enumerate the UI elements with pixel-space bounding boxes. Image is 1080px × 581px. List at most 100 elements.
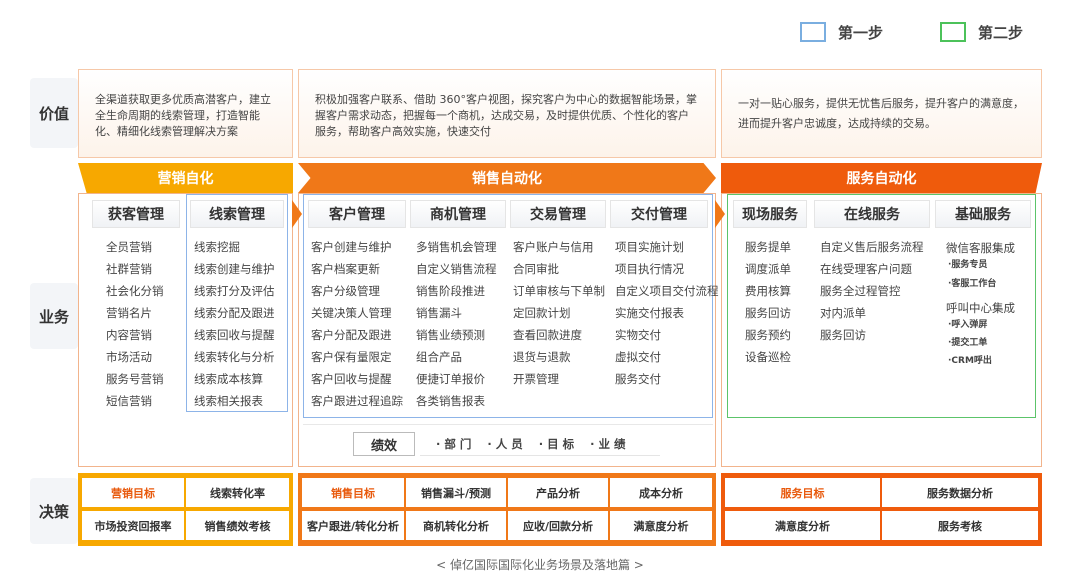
- row-label-value: 价值: [30, 78, 78, 148]
- decision-cell: 产品分析: [508, 478, 608, 507]
- list-item: 订单审核与下单制: [513, 284, 605, 298]
- list-item: 短信营销: [106, 394, 152, 408]
- list-item: 各类销售报表: [416, 394, 485, 408]
- basic-service-wechat-sub: ·客服工作台: [948, 279, 997, 289]
- decision-cell: 营销目标: [82, 478, 184, 507]
- list-item: 内容营销: [106, 328, 152, 342]
- list-item: 社会化分销: [106, 284, 164, 298]
- decision-cell: 成本分析: [610, 478, 712, 507]
- list-item: 关键决策人管理: [311, 306, 392, 320]
- list-item: 客户跟进过程追踪: [311, 394, 403, 408]
- list-item: 服务全过程管控: [820, 284, 901, 298]
- decision-cell: 满意度分析: [610, 511, 712, 540]
- list-item: 客户账户与信用: [513, 240, 594, 254]
- list-item: 退货与退款: [513, 350, 571, 364]
- list-item: 项目执行情况: [615, 262, 684, 276]
- list-item: 在线受理客户问题: [820, 262, 912, 276]
- list-item: 费用核算: [745, 284, 791, 298]
- banner-sales-label: 销售自动化: [472, 171, 542, 187]
- list-item: 自定义售后服务流程: [820, 240, 924, 254]
- list-customer: 客户创建与维护 客户档案更新 客户分级管理 关键决策人管理 客户分配及跟进 客户…: [311, 236, 403, 412]
- list-item: 线索打分及评估: [194, 284, 275, 298]
- list-item: 销售阶段推进: [416, 284, 485, 298]
- list-item: 服务号营销: [106, 372, 164, 386]
- list-item: 客户回收与提醒: [311, 372, 392, 386]
- list-item: 调度派单: [745, 262, 791, 276]
- decision-cell: 服务数据分析: [882, 478, 1038, 507]
- list-item: 线索转化与分析: [194, 350, 275, 364]
- row-label-business: 业务: [30, 283, 78, 349]
- banner-service-label: 服务自动化: [846, 171, 917, 187]
- list-item: 便捷订单报价: [416, 372, 485, 386]
- legend-step1-label: 第一步: [838, 24, 884, 42]
- list-item: 组合产品: [416, 350, 462, 364]
- list-item: 定回款计划: [513, 306, 571, 320]
- list-lead: 线索挖掘 线索创建与维护 线索打分及评估 线索分配及跟进 线索回收与提醒 线索转…: [194, 236, 275, 412]
- list-item: 自定义销售流程: [416, 262, 497, 276]
- banner-marketing-automation: 营销自化: [78, 163, 293, 193]
- list-acquisition: 全员营销 社群营销 社会化分销 营销名片 内容营销 市场活动 服务号营销 短信营…: [106, 236, 164, 412]
- decision-cell: 应收/回款分析: [508, 511, 608, 540]
- basic-service-callcenter-sub: ·提交工单: [948, 338, 988, 348]
- chevron-right-icon: [715, 200, 725, 228]
- decision-cell: 线索转化率: [186, 478, 289, 507]
- banner-service-automation: 服务自动化: [721, 163, 1042, 193]
- decision-cell: 销售漏斗/预测: [406, 478, 506, 507]
- performance-items: · 部 门 · 人 员 · 目 标 · 业 绩: [420, 432, 660, 456]
- decision-cell: 满意度分析: [725, 511, 880, 540]
- list-item: 线索挖掘: [194, 240, 240, 254]
- row-label-decision: 决策: [30, 478, 78, 544]
- banner-marketing-label: 营销自化: [157, 171, 214, 187]
- section-header-basic-service: 基础服务: [935, 200, 1031, 228]
- list-item: 实施交付报表: [615, 306, 684, 320]
- performance-divider: [303, 424, 713, 425]
- performance-item: · 部 门: [436, 436, 472, 451]
- list-item: 合同审批: [513, 262, 559, 276]
- list-delivery: 项目实施计划 项目执行情况 自定义项目交付流程 实施交付报表 实物交付 虚拟交付…: [615, 236, 719, 390]
- list-item: 销售漏斗: [416, 306, 462, 320]
- list-item: 服务交付: [615, 372, 661, 386]
- value-sales: 积极加强客户联系、借助 360°客户视图，探究客户为中心的数据智能场景，掌握客户…: [298, 69, 716, 158]
- list-item: 虚拟交付: [615, 350, 661, 364]
- decision-cell: 服务考核: [882, 511, 1038, 540]
- list-item: 营销名片: [106, 306, 152, 320]
- list-item: 实物交付: [615, 328, 661, 342]
- list-transaction: 客户账户与信用 合同审批 订单审核与下单制 定回款计划 查看回款进度 退货与退款…: [513, 236, 605, 390]
- decision-cell: 市场投资回报率: [82, 511, 184, 540]
- list-item: 市场活动: [106, 350, 152, 364]
- list-item: 线索成本核算: [194, 372, 263, 386]
- list-item: 自定义项目交付流程: [615, 284, 719, 298]
- list-item: 线索相关报表: [194, 394, 263, 408]
- basic-service-wechat: 微信客服集成: [946, 241, 1015, 255]
- list-item: 服务回访: [745, 306, 791, 320]
- basic-service-callcenter: 呼叫中心集成: [946, 301, 1015, 315]
- basic-service-callcenter-sub: ·呼入弹屏: [948, 320, 988, 330]
- list-item: 客户分级管理: [311, 284, 380, 298]
- list-item: 对内派单: [820, 306, 866, 320]
- legend-step2-label: 第二步: [978, 24, 1024, 42]
- section-header-acquisition: 获客管理: [92, 200, 180, 228]
- list-online-service: 自定义售后服务流程 在线受理客户问题 服务全过程管控 对内派单 服务回访: [820, 236, 924, 346]
- list-item: 服务提单: [745, 240, 791, 254]
- decision-cell: 销售目标: [302, 478, 404, 507]
- performance-item: · 业 绩: [590, 436, 626, 451]
- section-header-delivery: 交付管理: [610, 200, 708, 228]
- performance-item: · 人 员: [487, 436, 523, 451]
- list-onsite-service: 服务提单 调度派单 费用核算 服务回访 服务预约 设备巡检: [745, 236, 791, 368]
- section-header-onsite-service: 现场服务: [733, 200, 807, 228]
- list-item: 客户创建与维护: [311, 240, 392, 254]
- section-header-opportunity: 商机管理: [410, 200, 506, 228]
- legend-step2-swatch: [940, 22, 966, 42]
- legend-step1-swatch: [800, 22, 826, 42]
- list-item: 多销售机会管理: [416, 240, 497, 254]
- section-header-lead: 线索管理: [190, 200, 284, 228]
- list-item: 社群营销: [106, 262, 152, 276]
- section-header-transaction: 交易管理: [510, 200, 606, 228]
- performance-item: · 目 标: [538, 436, 575, 451]
- banner-sales-automation: 销售自动化: [298, 163, 716, 193]
- decision-cell: 客户跟进/转化分析: [302, 511, 404, 540]
- decision-cell: 服务目标: [725, 478, 880, 507]
- list-item: 客户分配及跟进: [311, 328, 392, 342]
- basic-service-wechat-sub: ·服务专员: [948, 260, 988, 270]
- list-item: 项目实施计划: [615, 240, 684, 254]
